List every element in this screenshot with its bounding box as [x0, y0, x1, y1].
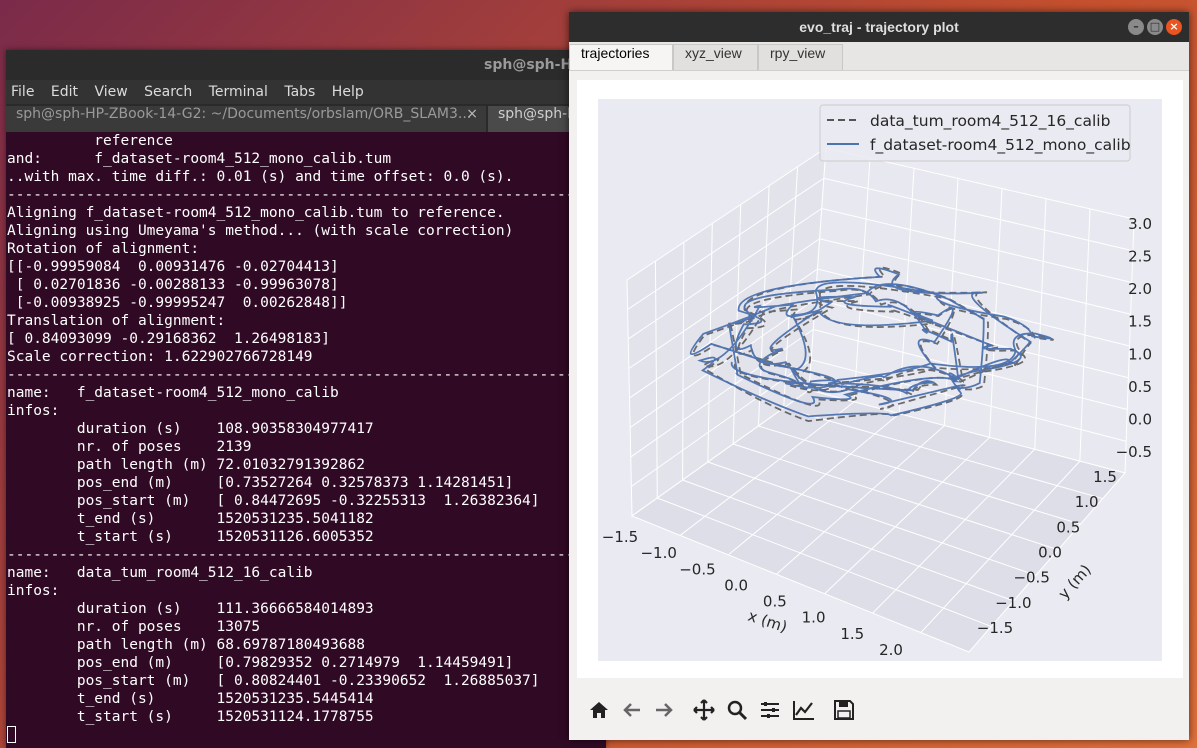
z-tick-label: 3.0 [1128, 215, 1152, 233]
pan-icon[interactable] [689, 694, 719, 724]
terminal-line: pos_start (m) [ 0.84472695 -0.32255313 1… [7, 493, 540, 509]
z-tick-label: 2.0 [1128, 280, 1152, 298]
terminal-line: Aligning f_dataset-room4_512_mono_calib.… [7, 205, 505, 221]
terminal-line: Rotation of alignment: [7, 241, 200, 257]
plot-window[interactable]: evo_traj - trajectory plot – □ × traject… [569, 12, 1189, 740]
menu-tabs[interactable]: Tabs [284, 84, 315, 100]
terminal-line: nr. of poses 13075 [7, 619, 261, 635]
terminal-line: ..with max. time diff.: 0.01 (s) and tim… [7, 169, 514, 185]
z-tick-label: 2.5 [1128, 248, 1152, 266]
edit-axis-icon[interactable] [789, 694, 819, 724]
terminal-line: [ 0.02701836 -0.00288133 -0.99963078] [7, 277, 339, 293]
terminal-line: t_start (s) 1520531126.6005352 [7, 529, 374, 545]
y-axis-label: y (m) [1055, 561, 1095, 603]
terminal-line: name: data_tum_room4_512_16_calib [7, 565, 313, 581]
terminal-line: pos_end (m) [0.79829352 0.2714979 1.1445… [7, 655, 514, 671]
terminal-line: [[-0.99959084 0.00931476 -0.02704413] [7, 259, 339, 275]
x-tick-label: 0.5 [763, 593, 787, 611]
terminal-line: [ 0.84093099 -0.29168362 1.26498183] [7, 331, 331, 347]
terminal-line: [-0.00938925 -0.99995247 0.00262848]] [7, 295, 348, 311]
save-icon[interactable] [829, 694, 859, 724]
terminal-line: infos: [7, 583, 60, 599]
terminal-line: duration (s) 108.90358304977417 [7, 421, 374, 437]
y-tick-label: 0.5 [1056, 518, 1080, 536]
terminal-line: name: f_dataset-room4_512_mono_calib [7, 385, 339, 401]
y-tick-label: −0.5 [1013, 569, 1049, 587]
terminal-line: ----------------------------------------… [7, 187, 606, 203]
x-tick-label: −0.5 [679, 560, 715, 578]
terminal-line: Scale correction: 1.622902766728149 [7, 349, 313, 365]
plot-window-title: evo_traj - trajectory plot [799, 19, 959, 35]
maximize-icon[interactable]: □ [1147, 19, 1163, 35]
menu-view[interactable]: View [94, 84, 127, 100]
terminal-window[interactable]: sph@sph-HP-ZBook-14-G2: ~/Documents/orbs… [6, 50, 606, 748]
terminal-line: Translation of alignment: [7, 313, 226, 329]
terminal-tab-1[interactable]: sph@sph-HP-ZBook-14-G2: ~/Documents/orbs… [6, 106, 486, 132]
terminal-tab-bar: sph@sph-HP-ZBook-14-G2: ~/Documents/orbs… [6, 104, 606, 132]
terminal-line: reference [7, 133, 173, 149]
close-icon[interactable]: × [1166, 19, 1182, 35]
terminal-line: ----------------------------------------… [7, 367, 606, 383]
terminal-line: Aligning using Umeyama's method... (with… [7, 223, 514, 239]
terminal-line: t_end (s) 1520531235.5041182 [7, 511, 374, 527]
terminal-output[interactable]: reference and: f_dataset-room4_512_mono_c… [6, 132, 606, 748]
terminal-cursor [7, 726, 16, 743]
legend-label-estimate: f_dataset-room4_512_mono_calib [870, 136, 1131, 155]
z-tick-label: 0.0 [1128, 410, 1152, 428]
terminal-line: t_start (s) 1520531124.1778755 [7, 709, 374, 725]
y-tick-label: 1.0 [1075, 493, 1099, 511]
back-arrow-icon[interactable] [617, 694, 647, 724]
tab-xyz-view[interactable]: xyz_view [673, 44, 758, 70]
z-tick-label: 1.0 [1128, 345, 1152, 363]
home-icon[interactable] [584, 694, 614, 724]
menu-edit[interactable]: Edit [51, 84, 78, 100]
tab-rpy-view[interactable]: rpy_view [758, 44, 843, 70]
trajectory-plot-3d[interactable]: −1.5−1.0−0.50.00.51.01.52.0−1.5−1.0−0.50… [577, 80, 1183, 678]
terminal-line: path length (m) 72.01032791392862 [7, 457, 365, 473]
x-tick-label: 1.0 [802, 609, 826, 627]
menu-file[interactable]: File [11, 84, 34, 100]
y-tick-label: 0.0 [1038, 544, 1062, 562]
x-tick-label: 2.0 [879, 641, 903, 659]
menu-search[interactable]: Search [144, 84, 192, 100]
menu-terminal[interactable]: Terminal [209, 84, 268, 100]
terminal-line: duration (s) 111.36666584014893 [7, 601, 374, 617]
terminal-line: ----------------------------------------… [7, 547, 606, 563]
z-tick-label: 0.5 [1128, 378, 1152, 396]
terminal-titlebar[interactable]: sph@sph-HP-ZBook-14-G2: ~/Documents/orbs… [6, 50, 606, 80]
terminal-menubar: File Edit View Search Terminal Tabs Help [6, 80, 606, 104]
menu-help[interactable]: Help [332, 84, 364, 100]
y-tick-label: 1.5 [1093, 468, 1117, 486]
x-tick-label: 0.0 [724, 576, 748, 594]
close-icon[interactable]: × [466, 106, 478, 122]
plot-toolbar [569, 690, 1189, 730]
terminal-line: infos: [7, 403, 60, 419]
tab-trajectories[interactable]: trajectories [569, 44, 673, 70]
plot-tab-bar: trajectories xyz_view rpy_view [569, 42, 1189, 71]
terminal-line: pos_end (m) [0.73527264 0.32578373 1.142… [7, 475, 514, 491]
terminal-tab-1-label: sph@sph-HP-ZBook-14-G2: ~/Documents/orbs… [16, 106, 472, 122]
terminal-line: pos_start (m) [ 0.80824401 -0.23390652 1… [7, 673, 540, 689]
y-tick-label: −1.0 [995, 594, 1031, 612]
x-tick-label: 1.5 [840, 625, 864, 643]
terminal-line: t_end (s) 1520531235.5445414 [7, 691, 374, 707]
legend-label-reference: data_tum_room4_512_16_calib [870, 112, 1110, 131]
subplots-config-icon[interactable] [755, 694, 785, 724]
terminal-line: path length (m) 68.69787180493688 [7, 637, 365, 653]
legend: data_tum_room4_512_16_calib f_dataset-ro… [819, 104, 1131, 162]
plot-canvas[interactable]: −1.5 −1.0 −0.5 0.0 0.5 1.0 1.5 2.0 −1.5 −1.0 −0.5 0… [577, 80, 1183, 678]
z-tick-label: −0.5 [1116, 443, 1152, 461]
y-tick-label: −1.5 [977, 619, 1013, 637]
minimize-icon[interactable]: – [1128, 19, 1144, 35]
z-tick-label: 1.5 [1128, 313, 1152, 331]
terminal-line: and: f_dataset-room4_512_mono_calib.tum [7, 151, 392, 167]
x-tick-label: −1.5 [602, 528, 638, 546]
terminal-line: nr. of poses 2139 [7, 439, 252, 455]
x-axis-label: x (m) [746, 607, 790, 636]
x-tick-label: −1.0 [640, 544, 676, 562]
forward-arrow-icon[interactable] [649, 694, 679, 724]
plot-window-titlebar[interactable]: evo_traj - trajectory plot – □ × [569, 12, 1189, 42]
zoom-icon[interactable] [722, 694, 752, 724]
